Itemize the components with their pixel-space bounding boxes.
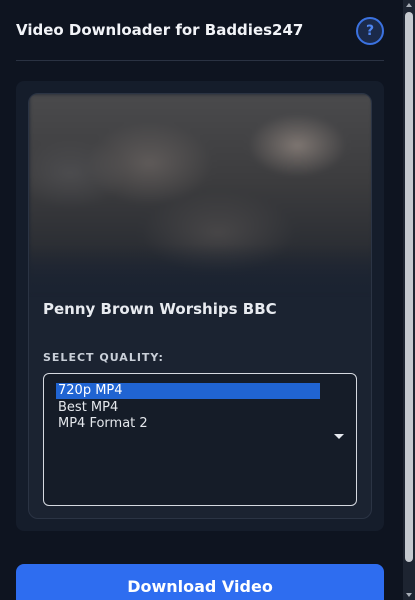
scrollbar[interactable]	[403, 0, 415, 600]
popup-window: Video Downloader for Baddies247 ? Penny …	[0, 0, 415, 600]
scrollbar-thumb[interactable]	[405, 12, 413, 562]
video-card: Penny Brown Worships BBC SELECT QUALITY:…	[28, 93, 372, 519]
quality-option[interactable]: MP4 Format 2	[56, 416, 320, 432]
question-mark-icon: ?	[365, 23, 375, 39]
header-divider	[16, 60, 384, 61]
scroll-down-icon[interactable]	[406, 593, 412, 597]
quality-option[interactable]: 720p MP4	[56, 383, 320, 399]
quality-label: SELECT QUALITY:	[43, 351, 164, 364]
thumbnail-fade	[29, 244, 371, 292]
quality-select[interactable]: 720p MP4 Best MP4 MP4 Format 2	[43, 373, 357, 506]
chevron-down-icon	[334, 434, 344, 439]
download-video-button[interactable]: Download Video	[16, 564, 384, 600]
content-panel: Penny Brown Worships BBC SELECT QUALITY:…	[16, 81, 384, 531]
quality-option[interactable]: Best MP4	[56, 400, 320, 416]
scroll-up-icon[interactable]	[406, 3, 412, 7]
app-title: Video Downloader for Baddies247	[16, 21, 304, 39]
header: Video Downloader for Baddies247 ?	[16, 14, 384, 50]
video-title: Penny Brown Worships BBC	[43, 300, 277, 318]
help-button[interactable]: ?	[356, 17, 384, 45]
